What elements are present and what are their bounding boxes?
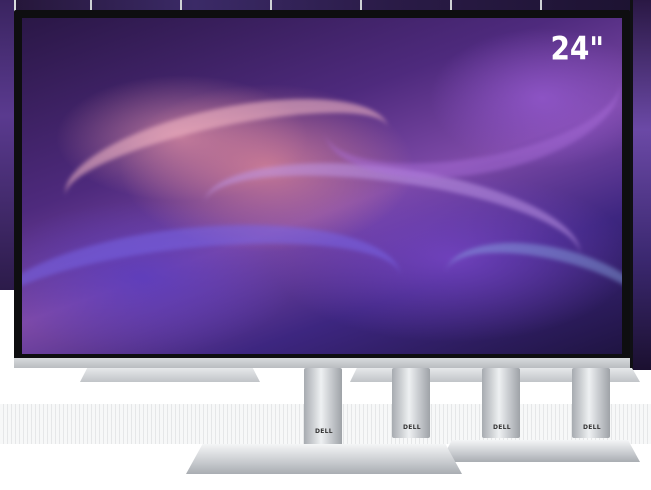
monitor-product-image: DELL DELL DELL 24" DELL	[0, 0, 651, 490]
dell-logo: DELL	[403, 424, 421, 431]
rear-stand-foot	[440, 440, 640, 462]
monitor-chin	[14, 358, 630, 368]
wallpaper-image: 24"	[22, 18, 622, 354]
main-stand-foot	[186, 444, 462, 474]
screen-size-label: 24"	[550, 29, 604, 68]
rear-stand-base	[80, 368, 260, 382]
rear-stand-neck: DELL	[392, 368, 430, 438]
dell-logo: DELL	[583, 424, 601, 431]
dell-logo: DELL	[493, 424, 511, 431]
main-stand-neck: DELL	[304, 368, 342, 446]
dell-logo: DELL	[315, 428, 333, 435]
rear-stand-neck: DELL	[572, 368, 610, 438]
background-monitor-right	[630, 0, 651, 370]
rear-stand-base	[440, 368, 640, 382]
rear-stand-neck: DELL	[482, 368, 520, 438]
monitor-display: 24"	[14, 10, 630, 364]
